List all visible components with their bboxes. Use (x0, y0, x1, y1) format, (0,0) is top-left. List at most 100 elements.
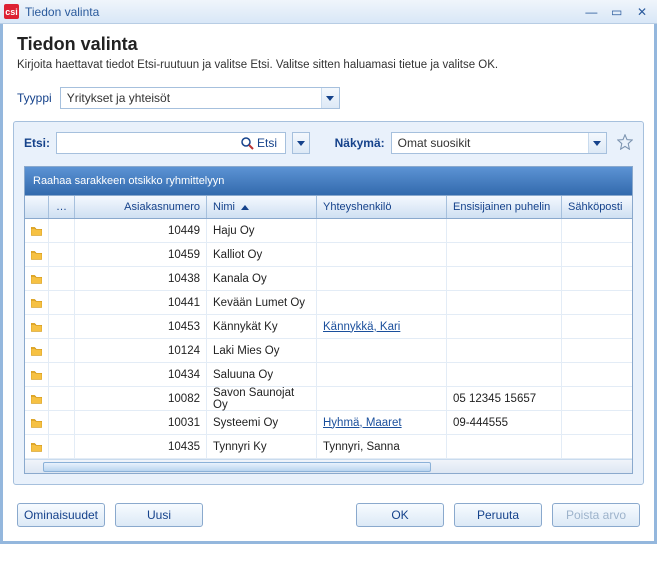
cell-sahkoposti (562, 243, 632, 266)
results-grid: Raahaa sarakkeen otsikko ryhmittelyyn … … (24, 166, 633, 474)
chevron-down-icon[interactable] (321, 88, 339, 108)
cell-nimi: Kännykät Ky (207, 315, 317, 338)
cell-puhelin (447, 363, 562, 386)
table-row[interactable]: 10449Haju Oy (25, 219, 632, 243)
search-label: Etsi: (24, 136, 50, 150)
scrollbar-thumb[interactable] (43, 462, 431, 472)
table-row[interactable]: 10453Kännykät KyKännykkä, Kari (25, 315, 632, 339)
cell-puhelin (447, 267, 562, 290)
table-row[interactable]: 10435Tynnyri KyTynnyri, Sanna (25, 435, 632, 459)
type-value: Yritykset ja yhteisöt (61, 91, 321, 105)
maximize-button[interactable]: ▭ (606, 5, 628, 19)
folder-icon (25, 435, 49, 458)
row-more (49, 363, 75, 386)
cell-puhelin (447, 339, 562, 362)
cell-asiakasnumero: 10435 (75, 435, 207, 458)
cell-asiakasnumero: 10434 (75, 363, 207, 386)
cell-yhteyshenkilo (317, 291, 447, 314)
folder-icon (25, 363, 49, 386)
search-input[interactable] (57, 133, 233, 153)
delete-value-button: Poista arvo (552, 503, 640, 527)
table-row[interactable]: 10082Savon Saunojat Oy 05 12345 15657 (25, 387, 632, 411)
cancel-button[interactable]: Peruuta (454, 503, 542, 527)
chevron-down-icon[interactable] (588, 133, 606, 153)
column-header-puhelin[interactable]: Ensisijainen puhelin (447, 196, 562, 218)
row-more (49, 387, 75, 410)
row-more (49, 219, 75, 242)
folder-icon (25, 411, 49, 434)
cell-sahkoposti (562, 411, 632, 434)
folder-icon (25, 339, 49, 362)
cell-asiakasnumero: 10441 (75, 291, 207, 314)
cell-nimi: Savon Saunojat Oy (207, 387, 317, 410)
folder-icon (25, 315, 49, 338)
column-header-nimi[interactable]: Nimi (207, 196, 317, 218)
cell-yhteyshenkilo[interactable]: Kännykkä, Kari (317, 315, 447, 338)
cell-yhteyshenkilo (317, 339, 447, 362)
cell-nimi: Kevään Lumet Oy (207, 291, 317, 314)
new-button[interactable]: Uusi (115, 503, 203, 527)
type-dropdown[interactable]: Yritykset ja yhteisöt (60, 87, 340, 109)
cell-sahkoposti (562, 267, 632, 290)
grid-group-bar[interactable]: Raahaa sarakkeen otsikko ryhmittelyyn (25, 167, 632, 195)
view-label: Näkymä: (335, 136, 385, 150)
cell-puhelin (447, 243, 562, 266)
cell-puhelin: 05 12345 15657 (447, 387, 562, 410)
folder-icon (25, 387, 49, 410)
horizontal-scrollbar[interactable] (25, 459, 632, 473)
search-button[interactable]: Etsi (233, 133, 285, 153)
cell-puhelin (447, 291, 562, 314)
table-row[interactable]: 10031Systeemi OyHyhmä, Maaret09-444555 (25, 411, 632, 435)
row-more (49, 435, 75, 458)
column-header-asiakasnumero[interactable]: Asiakasnumero (75, 196, 207, 218)
cell-asiakasnumero: 10082 (75, 387, 207, 410)
search-dropdown-toggle[interactable] (292, 132, 310, 154)
type-label: Tyyppi (17, 91, 52, 105)
column-header-icon[interactable] (25, 196, 49, 218)
row-more (49, 315, 75, 338)
column-header-sahkoposti[interactable]: Sähköposti (562, 196, 632, 218)
search-box: Etsi (56, 132, 286, 154)
column-header-more[interactable]: … (49, 196, 75, 218)
table-row[interactable]: 10459Kalliot Oy (25, 243, 632, 267)
close-button[interactable]: ✕ (631, 5, 653, 19)
view-dropdown[interactable]: Omat suosikit (391, 132, 607, 154)
page-title: Tiedon valinta (17, 34, 640, 55)
chevron-down-icon (297, 141, 305, 146)
cell-yhteyshenkilo (317, 363, 447, 386)
cell-sahkoposti (562, 435, 632, 458)
cell-nimi: Haju Oy (207, 219, 317, 242)
cell-yhteyshenkilo (317, 219, 447, 242)
titlebar: csi Tiedon valinta — ▭ ✕ (0, 0, 657, 24)
cell-sahkoposti (562, 219, 632, 242)
footer: Ominaisuudet Uusi OK Peruuta Poista arvo (3, 493, 654, 541)
table-row[interactable]: 10434Saluuna Oy (25, 363, 632, 387)
folder-icon (25, 219, 49, 242)
column-header-yhteyshenkilo[interactable]: Yhteyshenkilö (317, 196, 447, 218)
cell-sahkoposti (562, 291, 632, 314)
properties-button[interactable]: Ominaisuudet (17, 503, 105, 527)
row-more (49, 243, 75, 266)
cell-yhteyshenkilo[interactable]: Hyhmä, Maaret (317, 411, 447, 434)
cell-nimi: Saluuna Oy (207, 363, 317, 386)
folder-icon (25, 243, 49, 266)
cell-yhteyshenkilo (317, 267, 447, 290)
grid-header: … Asiakasnumero Nimi Yhteyshenkilö Ensis… (25, 195, 632, 219)
cell-yhteyshenkilo (317, 243, 447, 266)
instructions: Tiedon valinta Kirjoita haettavat tiedot… (3, 24, 654, 83)
table-row[interactable]: 10441Kevään Lumet Oy (25, 291, 632, 315)
minimize-button[interactable]: — (580, 5, 602, 19)
ok-button[interactable]: OK (356, 503, 444, 527)
cell-asiakasnumero: 10449 (75, 219, 207, 242)
cell-sahkoposti (562, 387, 632, 410)
cell-asiakasnumero: 10438 (75, 267, 207, 290)
favorite-star-icon[interactable] (617, 134, 633, 152)
cell-puhelin: 09-444555 (447, 411, 562, 434)
window-title: Tiedon valinta (25, 5, 580, 19)
row-more (49, 267, 75, 290)
view-value: Omat suosikit (392, 136, 588, 150)
table-row[interactable]: 10124Laki Mies Oy (25, 339, 632, 363)
search-icon (241, 137, 254, 150)
table-row[interactable]: 10438Kanala Oy (25, 267, 632, 291)
cell-nimi: Laki Mies Oy (207, 339, 317, 362)
